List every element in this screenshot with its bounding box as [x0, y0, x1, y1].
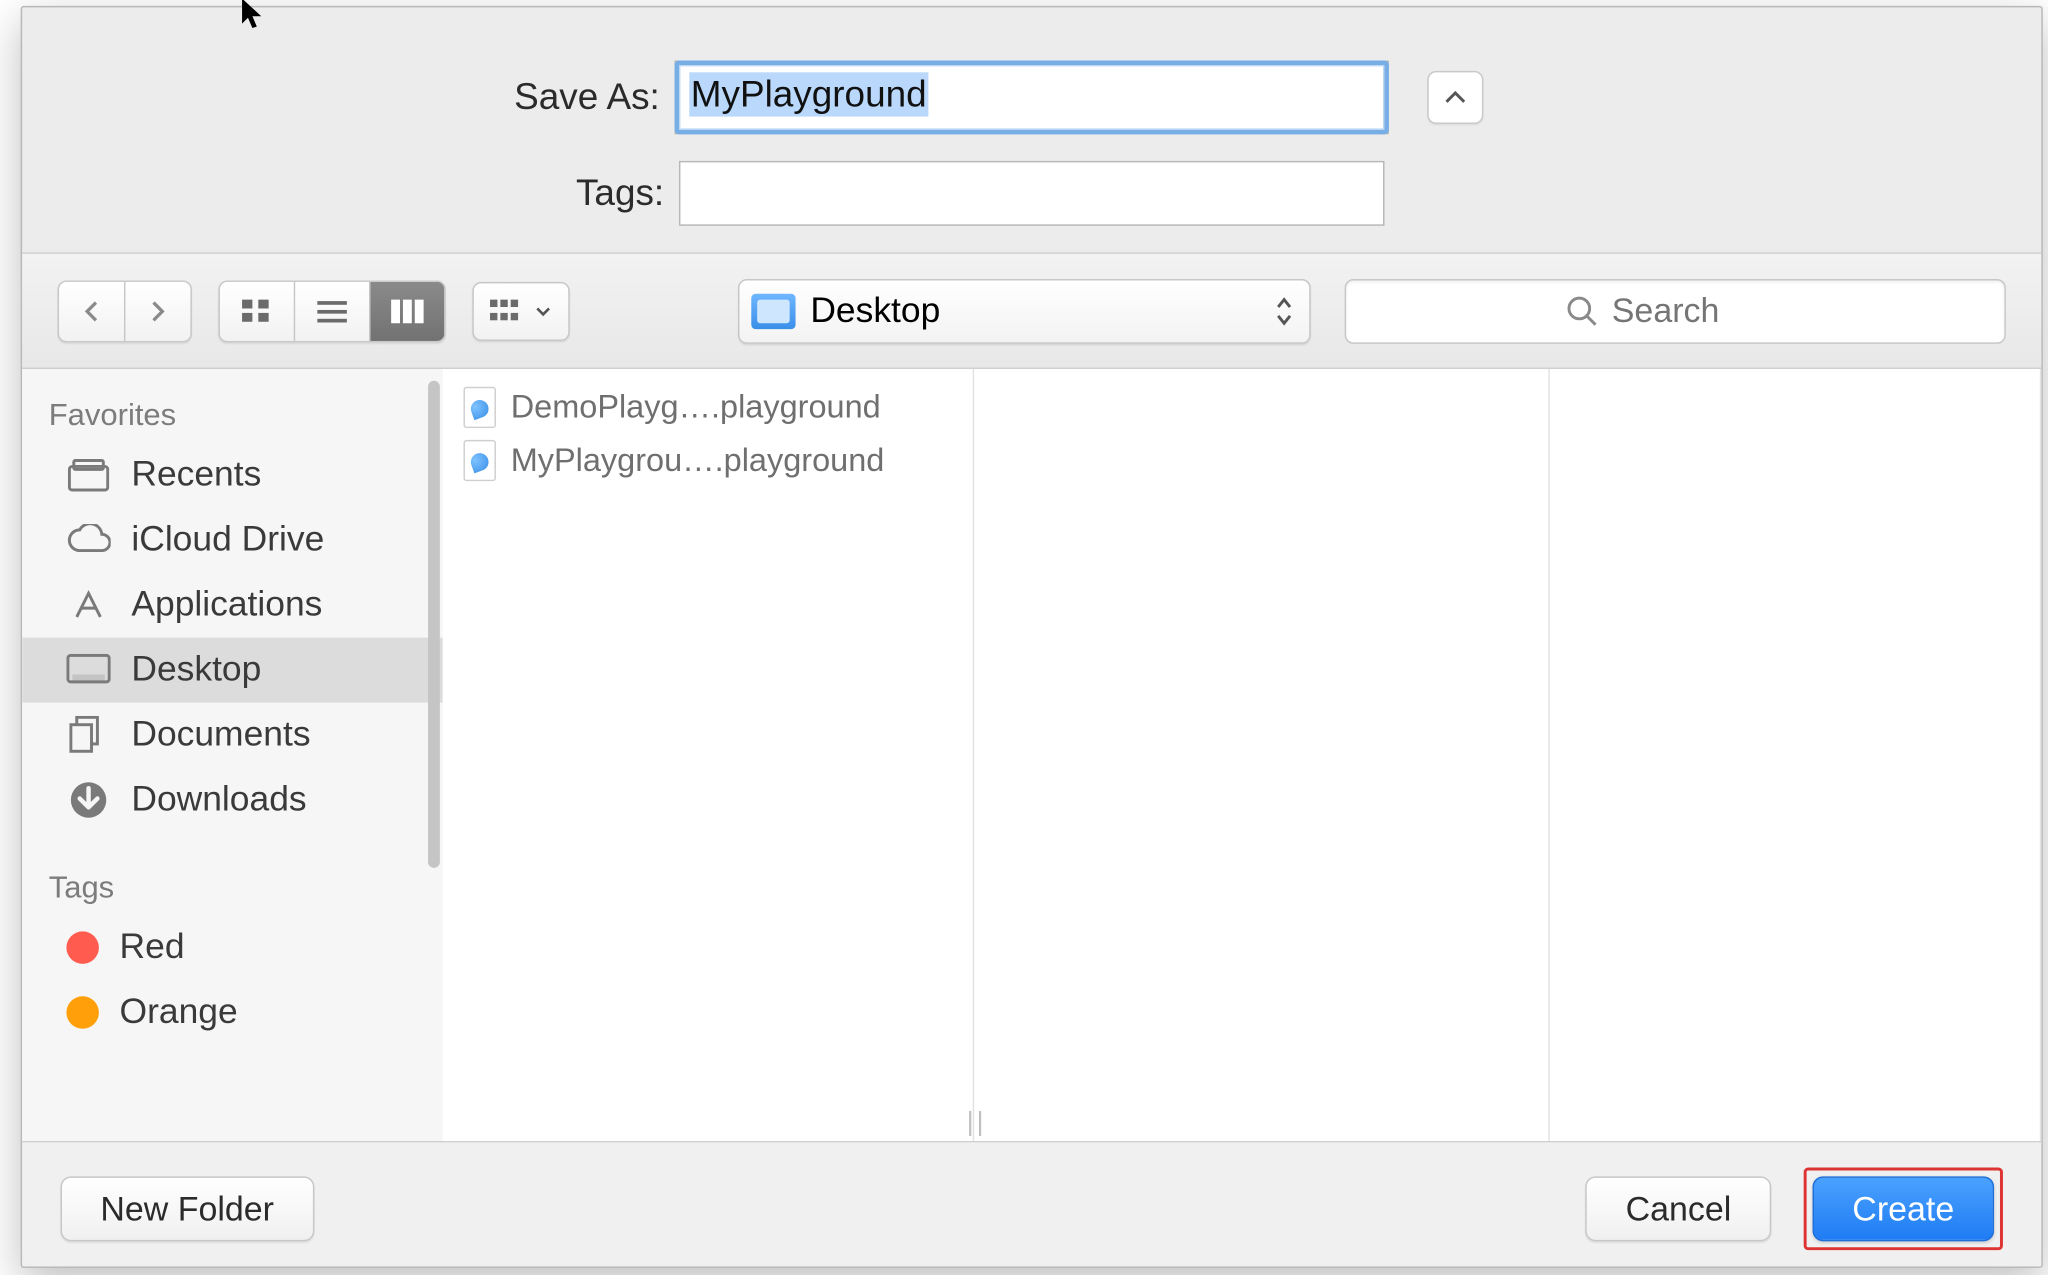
cloud-icon [66, 521, 110, 559]
sidebar-tag-red[interactable]: Red [22, 915, 443, 980]
tag-dot-icon [66, 996, 98, 1028]
sidebar-item-icloud[interactable]: iCloud Drive [22, 508, 443, 573]
file-row[interactable]: DemoPlayg….playground [455, 381, 961, 434]
file-name: MyPlaygrou….playground [511, 441, 885, 479]
view-mode-seg [218, 280, 445, 342]
applications-icon [66, 586, 110, 624]
sidebar-item-label: Applications [131, 584, 322, 625]
sidebar-item-desktop[interactable]: Desktop [22, 638, 443, 703]
column-1[interactable]: DemoPlayg….playground MyPlaygrou….playgr… [443, 369, 974, 1141]
save-as-input[interactable] [675, 61, 1389, 135]
sidebar-tag-label: Red [120, 927, 185, 968]
sidebar-item-label: Recents [131, 455, 261, 496]
group-by-button[interactable] [472, 281, 569, 340]
search-input[interactable] [1345, 278, 2006, 343]
column-view-button[interactable] [370, 281, 444, 340]
search-icon [1566, 294, 1598, 326]
file-name: DemoPlayg….playground [511, 388, 881, 426]
desktop-icon [66, 651, 110, 689]
favorites-header: Favorites [22, 387, 443, 443]
dialog-footer: New Folder Cancel Create [22, 1142, 2041, 1267]
updown-icon [1274, 293, 1295, 328]
playground-file-icon [463, 387, 495, 428]
location-label: Desktop [810, 290, 940, 331]
chevron-left-icon [81, 299, 102, 323]
chevron-right-icon [148, 299, 169, 323]
save-form: Save As: MyPlayground Tags: [22, 7, 2041, 253]
sidebar-tag-orange[interactable]: Orange [22, 980, 443, 1045]
tag-dot-icon [66, 931, 98, 963]
forward-button[interactable] [125, 281, 190, 340]
group-icon [489, 297, 527, 324]
documents-icon [66, 716, 110, 754]
search-wrap [1345, 278, 2006, 343]
sidebar-item-recents[interactable]: Recents [22, 443, 443, 508]
tags-input[interactable] [679, 161, 1385, 226]
file-browser: Favorites Recents iCloud Drive Applicati… [22, 369, 2041, 1142]
cancel-button[interactable]: Cancel [1586, 1176, 1771, 1241]
save-as-field-wrap: MyPlayground [675, 61, 1389, 135]
folder-icon [751, 293, 795, 328]
recents-icon [66, 456, 110, 494]
grid-icon [241, 297, 273, 324]
playground-file-icon [463, 440, 495, 481]
list-icon [316, 297, 348, 324]
sidebar-item-label: Desktop [131, 649, 261, 690]
file-row[interactable]: MyPlaygrou….playground [455, 434, 961, 487]
downloads-icon [66, 781, 110, 819]
columns-icon [390, 297, 425, 324]
sidebar-item-applications[interactable]: Applications [22, 573, 443, 638]
create-button[interactable]: Create [1812, 1176, 1994, 1241]
sidebar-scrollbar[interactable] [428, 381, 440, 868]
tags-label: Tags: [44, 172, 664, 215]
list-view-button[interactable] [295, 281, 369, 340]
cursor-icon [239, 0, 269, 30]
chevron-up-icon [1444, 89, 1468, 107]
create-highlight-ring: Create [1804, 1168, 2003, 1251]
sidebar: Favorites Recents iCloud Drive Applicati… [22, 369, 443, 1141]
new-folder-button[interactable]: New Folder [61, 1176, 314, 1241]
expand-collapse-button[interactable] [1427, 71, 1483, 124]
column-2[interactable] [974, 369, 1550, 1141]
save-as-label: Save As: [40, 76, 660, 119]
sidebar-tag-label: Orange [120, 992, 238, 1033]
chevron-down-icon [536, 303, 551, 318]
tags-header: Tags [22, 859, 443, 915]
save-dialog: Save As: MyPlayground Tags: [21, 6, 2043, 1268]
browser-toolbar: Desktop [22, 254, 2041, 369]
back-button[interactable] [59, 281, 124, 340]
sidebar-item-label: Downloads [131, 779, 306, 820]
sidebar-item-downloads[interactable]: Downloads [22, 768, 443, 833]
column-view: DemoPlayg….playground MyPlaygrou….playgr… [443, 369, 2042, 1141]
icon-view-button[interactable] [220, 281, 294, 340]
sidebar-item-label: iCloud Drive [131, 520, 324, 561]
column-3[interactable] [1550, 369, 2042, 1141]
location-popup[interactable]: Desktop [738, 278, 1311, 343]
nav-seg [58, 280, 192, 342]
sidebar-item-label: Documents [131, 714, 310, 755]
column-resize-handle[interactable]: || [967, 1107, 987, 1138]
sidebar-item-documents[interactable]: Documents [22, 703, 443, 768]
